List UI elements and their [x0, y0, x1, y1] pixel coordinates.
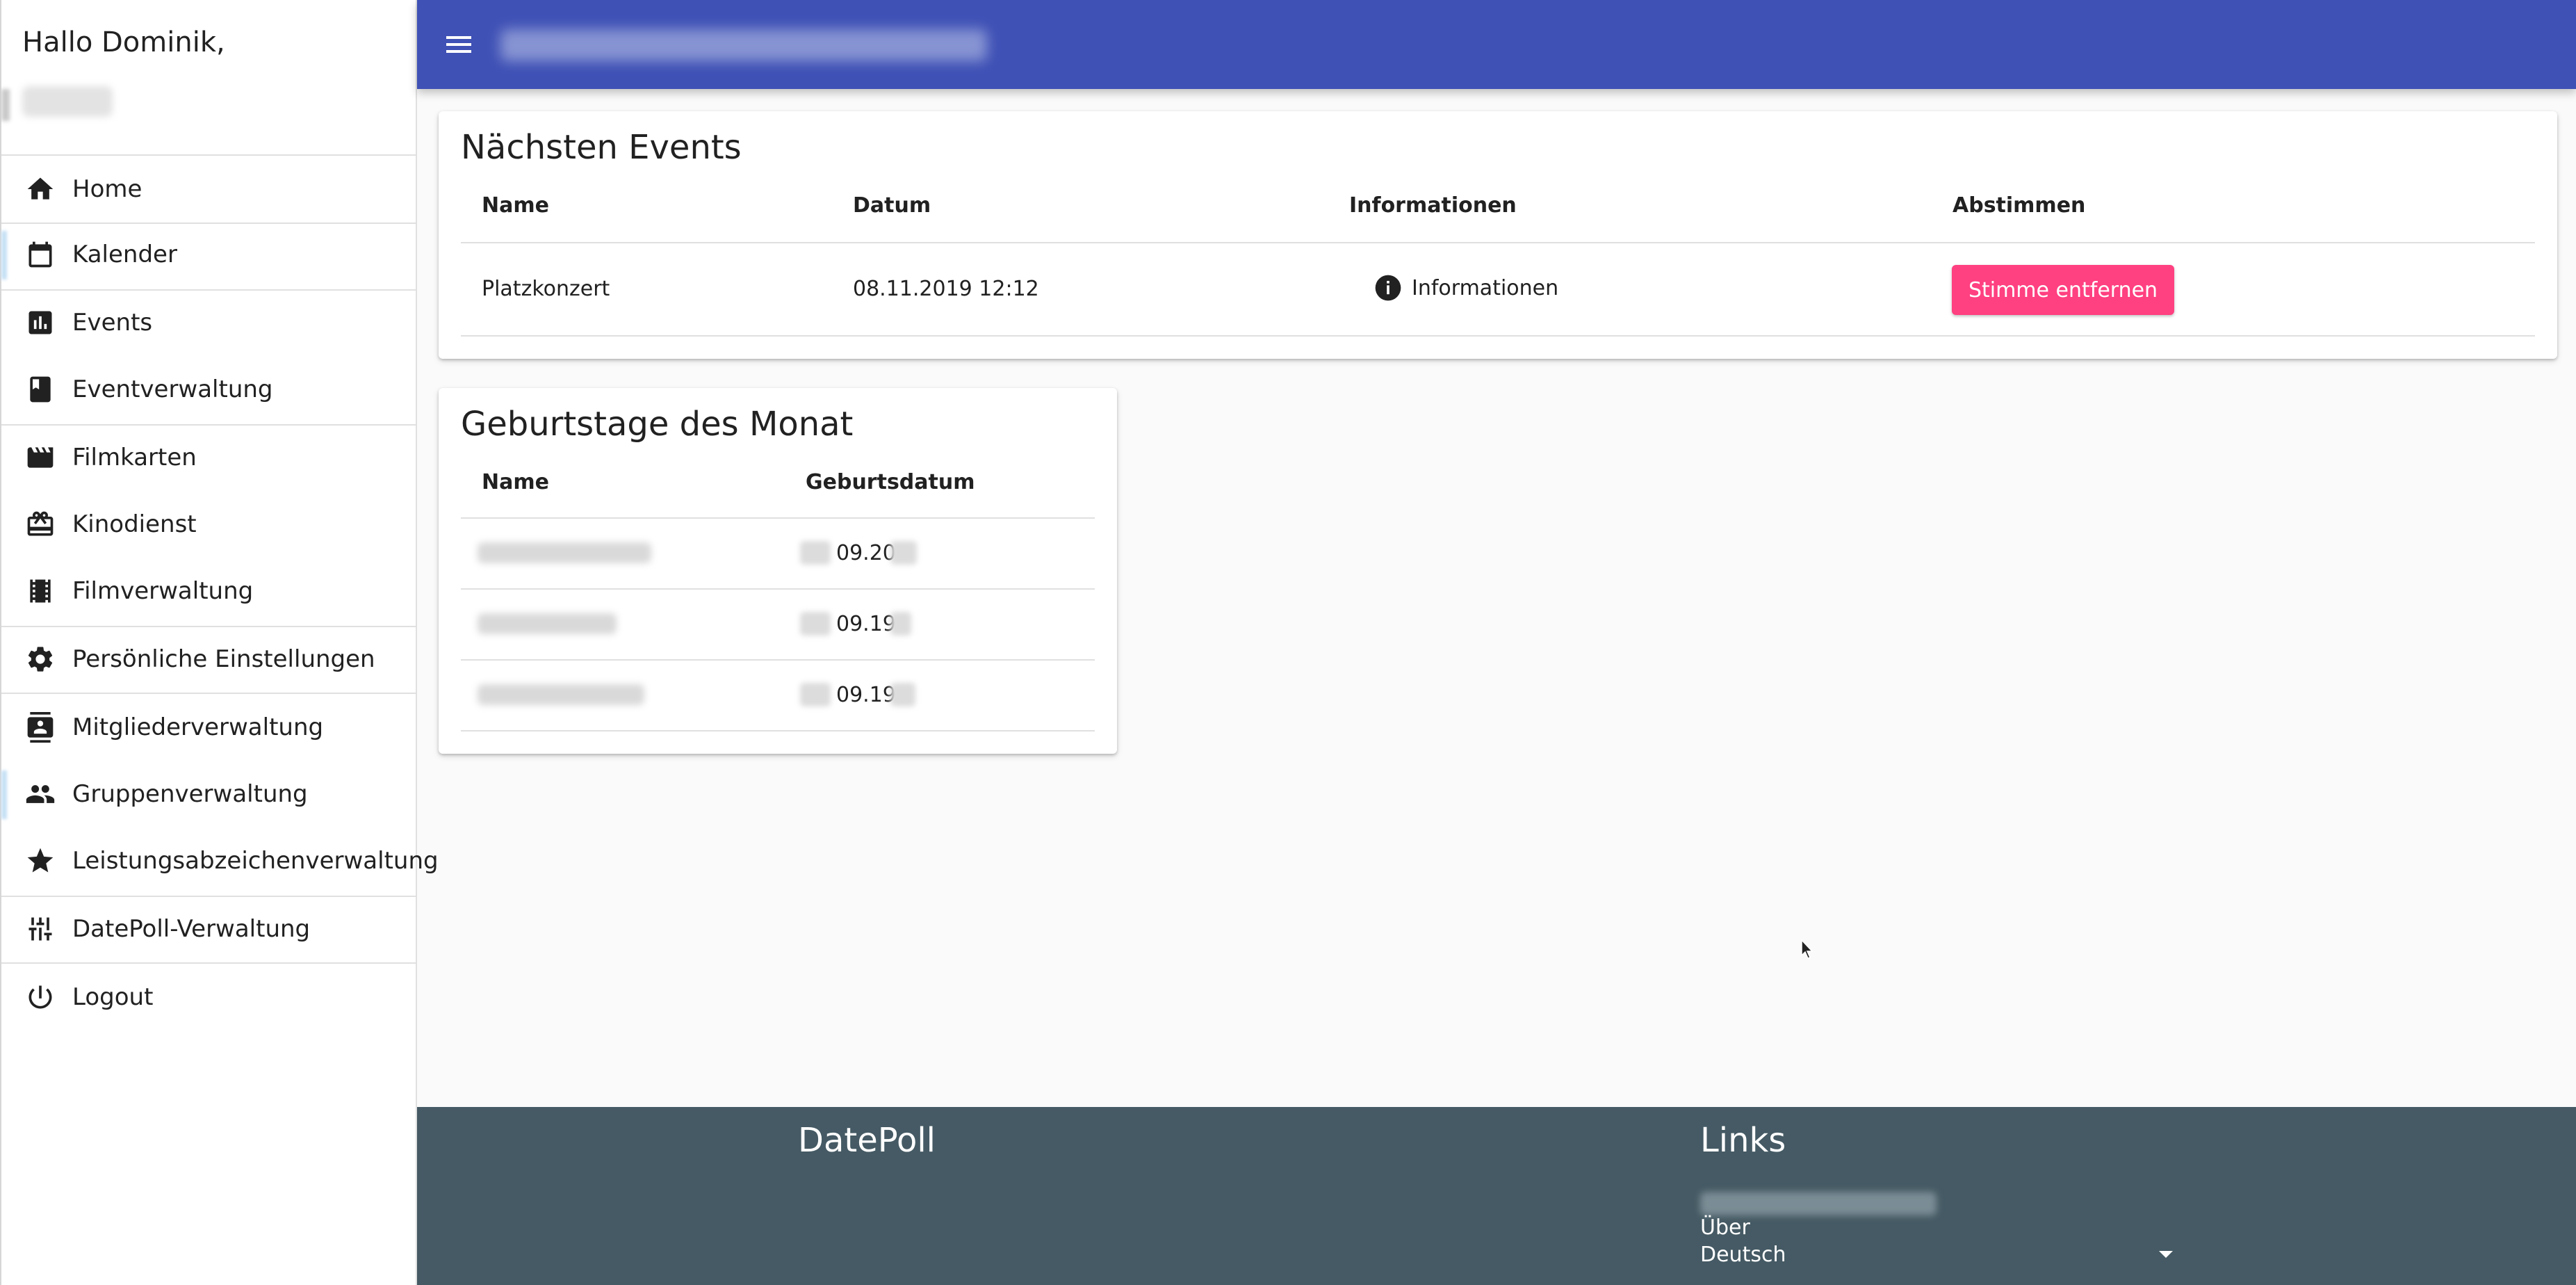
remove-vote-button[interactable]: Stimme entfernen	[1952, 265, 2174, 315]
footer: DatePoll Links Über Deutsch	[417, 1107, 2576, 1285]
birthday-date: 09.20	[836, 541, 896, 565]
nav-item-label: DatePoll-Verwaltung	[72, 915, 311, 943]
nav-item-leistungsabzeichenverwaltung[interactable]: Leistungsabzeichenverwaltung	[1, 827, 439, 894]
calendar-icon	[25, 239, 56, 270]
event-info-link[interactable]: Informationen	[1373, 273, 1558, 303]
clapperboard-icon	[25, 442, 56, 473]
redacted-username	[22, 86, 113, 117]
table-divider	[461, 335, 2535, 337]
event-date: 08.11.2019 12:12	[853, 277, 1039, 301]
events-card-title: Nächsten Events	[461, 128, 742, 167]
table-divider	[461, 659, 1095, 661]
nav-item-label: Filmkarten	[72, 444, 197, 471]
footer-brand: DatePoll	[798, 1121, 936, 1160]
nav-item-home[interactable]: Home	[1, 156, 417, 223]
nav-item-label: Leistungsabzeichenverwaltung	[72, 847, 439, 875]
info-icon	[1375, 275, 1401, 301]
language-select-value: Deutsch	[1700, 1242, 1786, 1267]
contacts-icon	[25, 712, 56, 743]
redacted-member-name	[478, 542, 651, 563]
nav-item-kinodienst[interactable]: Kinodienst	[1, 491, 417, 558]
birthdays-card: Geburtstage des Monat Name Geburtsdatum …	[439, 388, 1117, 754]
nav-item-label: Filmverwaltung	[72, 577, 254, 605]
redacted-day	[800, 541, 831, 565]
nav-item-label: Kalender	[72, 241, 177, 268]
event-name: Platzkonzert	[482, 277, 610, 301]
hamburger-menu-icon	[446, 36, 471, 53]
nav-item-events[interactable]: Events	[1, 289, 417, 356]
nav-item-logout[interactable]: Logout	[1, 964, 417, 1031]
people-icon	[25, 779, 56, 809]
nav-item-label: Home	[72, 175, 142, 203]
table-divider	[461, 242, 2535, 243]
dropdown-arrow-icon	[2159, 1251, 2173, 1258]
nav-item-filmkarten[interactable]: Filmkarten	[1, 424, 417, 491]
column-header-datum: Datum	[853, 193, 931, 218]
redacted-day	[800, 612, 831, 636]
sidebar: Hallo Dominik, Home Kalender Events Even…	[0, 0, 439, 1285]
birthday-date: 09.19	[836, 683, 896, 707]
nav-item-kalender[interactable]: Kalender	[1, 221, 417, 288]
redacted-year	[890, 683, 915, 706]
film-strip-icon	[25, 576, 56, 606]
redacted-page-title	[500, 29, 987, 61]
nav-item-label: Mitgliederverwaltung	[72, 713, 324, 741]
nav-item-label: Eventverwaltung	[72, 375, 273, 403]
nav-item-gruppenverwaltung[interactable]: Gruppenverwaltung	[1, 761, 417, 827]
nav-item-persoenliche-einstellungen[interactable]: Persönliche Einstellungen	[1, 626, 417, 693]
redacted-year	[890, 541, 917, 565]
nav-item-mitgliederverwaltung[interactable]: Mitgliederverwaltung	[1, 694, 417, 761]
column-header-informationen: Informationen	[1349, 193, 1517, 218]
events-card: Nächsten Events Name Datum Informationen…	[439, 111, 2557, 359]
nav-item-datepoll-verwaltung[interactable]: DatePoll-Verwaltung	[1, 896, 417, 962]
table-divider	[461, 517, 1095, 519]
nav-item-label: Events	[72, 309, 153, 337]
redacted-year	[890, 612, 911, 636]
greeting-text: Hallo Dominik,	[22, 26, 225, 58]
nav-item-eventverwaltung[interactable]: Eventverwaltung	[1, 356, 417, 423]
redacted-member-name	[478, 684, 644, 705]
column-header-name: Name	[482, 470, 549, 494]
table-divider	[461, 588, 1095, 590]
menu-button[interactable]	[438, 24, 480, 65]
birthday-date: 09.19	[836, 612, 896, 636]
bar-chart-icon	[25, 307, 56, 338]
nav-item-label: Logout	[72, 983, 154, 1011]
nav-item-label: Gruppenverwaltung	[72, 780, 308, 808]
nav-item-filmverwaltung[interactable]: Filmverwaltung	[1, 558, 417, 624]
card-giftcard-icon	[25, 509, 56, 540]
birthdays-card-title: Geburtstage des Monat	[461, 405, 854, 444]
column-header-abstimmen: Abstimmen	[1953, 193, 2086, 218]
table-divider	[461, 730, 1095, 732]
power-icon	[25, 982, 56, 1012]
column-header-name: Name	[482, 193, 549, 218]
language-select[interactable]: Deutsch	[1700, 1240, 2187, 1268]
top-app-bar	[417, 0, 2576, 89]
mouse-cursor-icon	[1801, 939, 1813, 959]
nav-item-label: Persönliche Einstellungen	[72, 645, 375, 673]
footer-links-title: Links	[1700, 1121, 1786, 1160]
book-icon	[25, 374, 56, 405]
column-header-geburtsdatum: Geburtsdatum	[806, 470, 975, 494]
nav-item-label: Kinodienst	[72, 510, 197, 538]
redacted-day	[800, 683, 831, 706]
home-icon	[25, 174, 56, 204]
redacted-edge	[1, 89, 10, 121]
tune-icon	[25, 914, 56, 944]
star-icon	[25, 846, 56, 876]
event-info-label: Informationen	[1412, 275, 1559, 300]
gear-icon	[25, 644, 56, 674]
redacted-member-name	[478, 613, 617, 634]
footer-link-about[interactable]: Über	[1700, 1215, 1750, 1240]
redacted-footer-link[interactable]	[1700, 1192, 1937, 1215]
